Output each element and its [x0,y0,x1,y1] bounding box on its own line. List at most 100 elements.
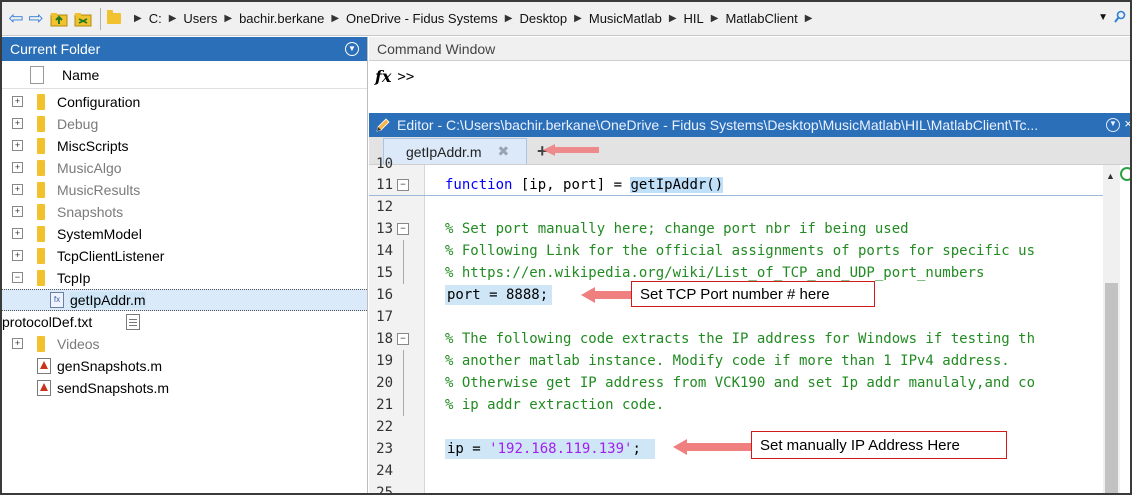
scroll-up-icon[interactable]: ▲ [1106,171,1115,181]
item-label: MusicAlgo [57,160,122,176]
chevron-right-icon[interactable]: ▶ [505,13,513,24]
expand-icon[interactable]: + [12,250,23,261]
ip-annotation: Set manually IP Address Here [751,431,1007,459]
code-comment: % Otherwise get IP address from VCK190 a… [445,375,1036,391]
fold-icon[interactable]: − [397,223,409,235]
list-item[interactable]: − TcpIp [2,267,367,289]
line-number: 17 [376,309,393,325]
breadcrumb-item[interactable]: Users [183,11,217,26]
up-folder-icon[interactable] [48,8,70,30]
expand-icon[interactable]: + [12,228,23,239]
code-comment: % another matlab instance. Modify code i… [445,353,1010,369]
breadcrumb-item[interactable]: OneDrive - Fidus Systems [346,11,498,26]
breadcrumb-item[interactable]: bachir.berkane [239,11,324,26]
chevron-right-icon[interactable]: ▶ [805,13,813,24]
chevron-right-icon[interactable]: ▶ [134,13,142,24]
list-item-selected[interactable]: fx getIpAddr.m [2,289,367,311]
panel-menu-icon[interactable]: ▼ [345,42,359,56]
text-file-icon [126,314,140,330]
list-item[interactable]: + MiscScripts [2,135,367,157]
chevron-right-icon[interactable]: ▶ [574,13,582,24]
chevron-right-icon[interactable]: ▶ [169,13,177,24]
forward-arrow-icon[interactable]: ⇨ [26,8,46,29]
name-column-header[interactable]: Name [2,61,367,89]
list-item[interactable]: + TcpClientListener [2,245,367,267]
code-line: 17 [369,306,1109,328]
code-text: ip = '192.168.119.139'; [445,439,655,459]
breadcrumb-item[interactable]: HIL [684,11,704,26]
code-line: 18 − % The following code extracts the I… [369,328,1109,350]
code-line: 19 % another matlab instance. Modify cod… [369,350,1109,372]
search-icon[interactable] [1114,10,1126,24]
folder-icon [37,116,45,132]
fold-icon[interactable]: − [397,333,409,345]
list-item[interactable]: + Snapshots [2,201,367,223]
list-item[interactable]: + MusicResults [2,179,367,201]
command-window[interactable]: fx >> [369,61,1130,113]
code-comment: % Set port manually here; change port nb… [445,221,909,237]
port-annotation: Set TCP Port number # here [631,281,875,307]
breadcrumb-item[interactable]: MatlabClient [725,11,797,26]
m-file-icon: fx [50,292,64,308]
expand-icon[interactable]: + [12,338,23,349]
expand-icon[interactable]: + [12,162,23,173]
list-item[interactable]: genSnapshots.m [2,355,367,377]
list-item[interactable]: + Debug [2,113,367,135]
file-icon [30,65,44,84]
expand-icon[interactable]: + [12,96,23,107]
breadcrumb-item[interactable]: Desktop [519,11,567,26]
command-window-title-bar: Command Window [369,37,1130,61]
list-item[interactable]: + MusicAlgo [2,157,367,179]
folder-icon [37,94,45,110]
collapse-icon[interactable]: − [12,272,23,283]
chevron-right-icon[interactable]: ▶ [331,13,339,24]
breadcrumb-item[interactable]: MusicMatlab [589,11,662,26]
list-item[interactable]: + Configuration [2,91,367,113]
line-number: 11 [376,176,393,193]
back-arrow-icon[interactable]: ⇦ [6,8,26,29]
red-arrow-icon [581,287,631,303]
editor-menu-icon[interactable]: ▼ [1106,118,1120,132]
command-window-title: Command Window [377,40,496,57]
editor-title: Editor - C:\Users\bachir.berkane\OneDriv… [397,117,1039,133]
item-label: SystemModel [57,226,142,242]
code-line: 11 − function [ip, port] = getIpAddr() [369,174,1109,196]
code-editor[interactable]: 10 11 − function [ip, port] = getIpAddr(… [369,156,1130,493]
item-label: Debug [57,116,99,132]
code-line: 14 % Following Link for the official ass… [369,240,1109,262]
expand-icon[interactable]: + [12,140,23,151]
vertical-scrollbar[interactable]: ▲ [1103,165,1120,493]
line-number: 22 [376,419,393,435]
fx-icon[interactable]: fx [375,67,391,86]
red-arrow-icon [673,439,751,455]
list-item[interactable]: protocolDef.txt [2,311,367,333]
expand-icon[interactable]: + [12,118,23,129]
code-line: 24 [369,460,1109,482]
list-item[interactable]: sendSnapshots.m [2,377,367,399]
chevron-right-icon[interactable]: ▶ [224,13,232,24]
chevron-right-icon[interactable]: ▶ [711,13,719,24]
chevron-down-icon[interactable]: ▼ [1098,12,1108,23]
line-number: 13 [376,221,393,237]
expand-icon[interactable]: + [12,184,23,195]
line-number: 12 [376,199,393,215]
script-file-icon [37,358,51,374]
browse-folder-icon[interactable] [72,8,94,30]
close-icon[interactable]: × [1124,116,1130,131]
scrollbar-thumb[interactable] [1105,283,1118,493]
item-label: MiscScripts [57,138,129,154]
list-item[interactable]: + SystemModel [2,223,367,245]
code-analyzer-ok-icon[interactable] [1120,167,1130,181]
expand-icon[interactable]: + [12,206,23,217]
item-label: TcpIp [57,270,91,286]
breadcrumb-item[interactable]: C: [149,11,162,26]
code-line: 20 % Otherwise get IP address from VCK19… [369,372,1109,394]
chevron-right-icon[interactable]: ▶ [669,13,677,24]
list-item[interactable]: + Videos [2,333,367,355]
command-prompt: >> [397,69,415,85]
line-number: 21 [376,397,393,413]
item-label: Snapshots [57,204,124,220]
fold-icon[interactable]: − [397,178,409,191]
code-token: [ip, port] = [512,176,631,193]
code-token: ip = [447,441,490,457]
